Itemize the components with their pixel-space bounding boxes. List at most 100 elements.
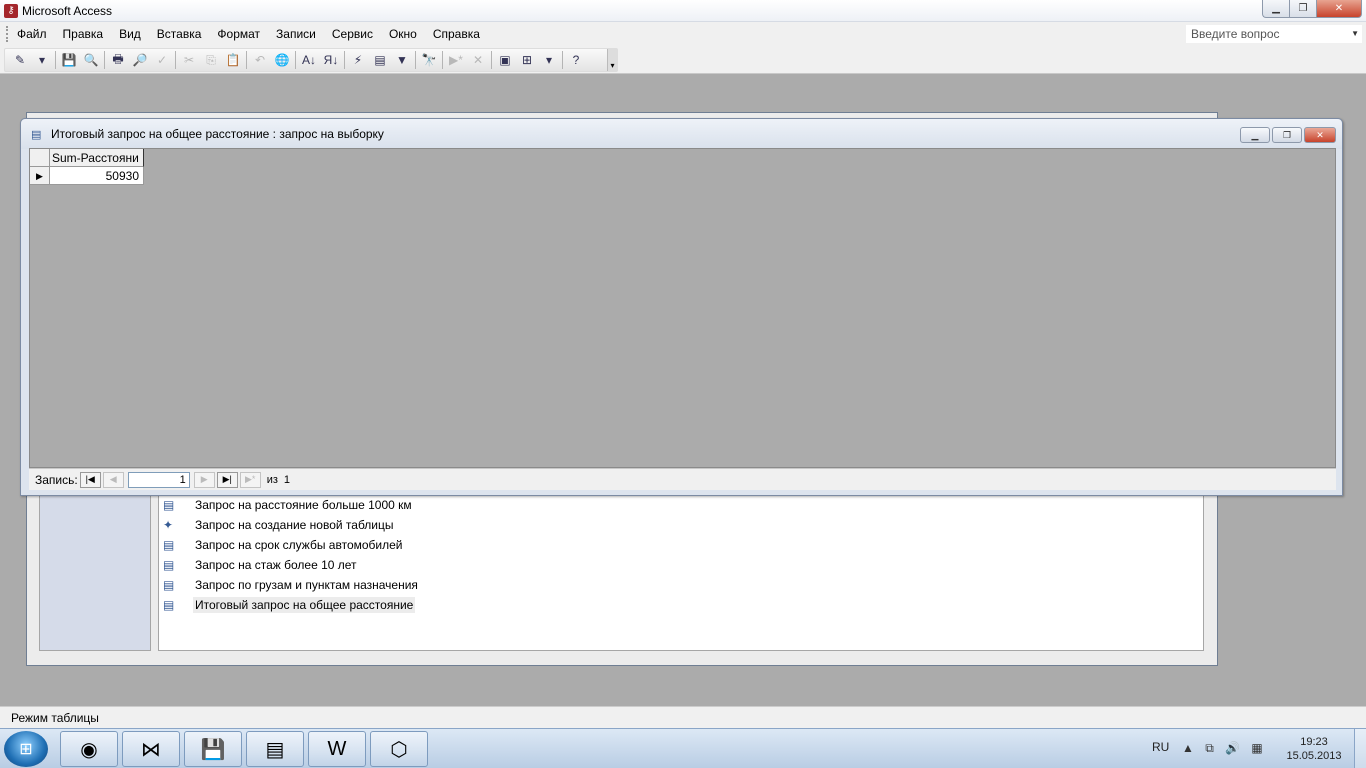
help-question-input[interactable]: Введите вопрос ▼ [1186, 25, 1362, 43]
query-window-controls: ▁ ❐ ✕ [1238, 127, 1336, 143]
help-icon[interactable]: ? [565, 50, 587, 70]
column-header-sum-distance[interactable]: Sum-Расстояни [50, 149, 144, 167]
menu-insert[interactable]: Вставка [149, 22, 210, 46]
restore-button[interactable]: ❐ [1289, 0, 1316, 18]
pdf-icon[interactable]: ⬡ [370, 731, 428, 767]
toolbar-options-icon[interactable]: ▾ [607, 49, 617, 71]
language-indicator[interactable]: RU [1152, 740, 1169, 754]
list-item-label: Итоговый запрос на общее расстояние [193, 597, 416, 613]
list-item[interactable]: ▤ Запрос по грузам и пунктам назначения [163, 576, 420, 594]
access-key-icon[interactable]: ⚷ [4, 3, 18, 18]
objects-pane [39, 493, 151, 651]
paste-icon[interactable]: 📋 [222, 50, 244, 70]
list-item[interactable]: ▤ Запрос на срок службы автомобилей [163, 536, 405, 554]
toolbar-separator [175, 51, 176, 69]
sort-descending-icon[interactable]: Я↓ [320, 50, 342, 70]
print-preview-icon[interactable]: 🔎 [129, 50, 151, 70]
toolbar-separator [415, 51, 416, 69]
app-titlebar: ⚷ Microsoft Access ▁ ❐ ✕ [0, 0, 1366, 22]
new-record-icon[interactable]: ▶* [445, 50, 467, 70]
first-record-button[interactable]: |◀ [79, 471, 101, 488]
query-window-icon[interactable]: ▤ [246, 731, 304, 767]
new-object-icon[interactable]: ⊞ [516, 50, 538, 70]
datasheet: Sum-Расстояни ▶ 50930 [29, 148, 1336, 468]
list-item-label: Запрос на расстояние больше 1000 км [195, 498, 412, 512]
tray-icons[interactable]: ▲ ⧉ 🔊 ▦ [1182, 741, 1267, 756]
current-record-arrow-icon[interactable]: ▶ [30, 167, 50, 185]
new-object-dropdown-icon[interactable]: ▾ [538, 50, 560, 70]
chrome-icon[interactable]: ◉ [60, 731, 118, 767]
hyperlink-icon[interactable]: 🌐 [271, 50, 293, 70]
total-records: 1 [283, 473, 291, 486]
toolbar-strip: ✎ ▾ 💾 🔍 🖶 🔎 ✓ ✂ ⎘ 📋 ↶ 🌐 A↓ Я↓ ⚡ ▤ ▼ 🔭 ▶* ✕ ▣ ⊞ ▾? ▾ [4, 48, 618, 72]
last-record-button[interactable]: ▶| [216, 471, 238, 488]
find-icon[interactable]: 🔭 [418, 50, 440, 70]
status-bar: Режим таблицы [0, 706, 1366, 728]
select-query-icon: ▤ [163, 598, 175, 612]
menu-file[interactable]: Файл [9, 22, 55, 46]
file-search-icon[interactable]: 🔍 [80, 50, 102, 70]
query-close-button[interactable]: ✕ [1304, 127, 1336, 143]
list-item[interactable]: ✦ Запрос на создание новой таблицы [163, 516, 396, 534]
menu-tools[interactable]: Сервис [324, 22, 381, 46]
copy-icon[interactable]: ⎘ [200, 50, 222, 70]
visual-studio-icon[interactable]: ⋈ [122, 731, 180, 767]
previous-record-button[interactable]: ◀ [102, 471, 124, 488]
toolbar: ✎ ▾ 💾 🔍 🖶 🔎 ✓ ✂ ⎘ 📋 ↶ 🌐 A↓ Я↓ ⚡ ▤ ▼ 🔭 ▶* ✕ ▣ ⊞ ▾? ▾ [0, 46, 1366, 74]
spelling-icon[interactable]: ✓ [151, 50, 173, 70]
toolbar-separator [344, 51, 345, 69]
minimize-button[interactable]: ▁ [1262, 0, 1289, 18]
print-icon[interactable]: 🖶 [107, 50, 129, 70]
query-minimize-button[interactable]: ▁ [1240, 127, 1270, 143]
clock[interactable]: 19:23 15.05.2013 [1284, 735, 1344, 763]
list-item[interactable]: ▤ Запрос на расстояние больше 1000 км [163, 496, 414, 514]
list-item-label: Запрос на стаж более 10 лет [195, 558, 357, 572]
list-item[interactable]: ▤ Запрос на стаж более 10 лет [163, 556, 359, 574]
select-all-corner[interactable] [30, 149, 50, 167]
start-button[interactable]: ⊞ [4, 731, 48, 767]
help-question-placeholder: Введите вопрос [1191, 27, 1280, 41]
apply-filter-icon[interactable]: ▼ [391, 50, 413, 70]
word-icon[interactable]: W [308, 731, 366, 767]
list-item[interactable]: ▤ Итоговый запрос на общее расстояние [163, 596, 416, 614]
clock-time: 19:23 [1300, 736, 1328, 748]
toolbar-separator [295, 51, 296, 69]
objects-list: ▤ Запрос на расстояние больше 1000 км ✦ Зап… [158, 493, 1204, 651]
menu-view[interactable]: Вид [111, 22, 149, 46]
new-record-button[interactable]: ▶* [239, 471, 261, 488]
filter-by-selection-icon[interactable]: ⚡ [347, 50, 369, 70]
menu-help[interactable]: Справка [425, 22, 488, 46]
toolbar-separator [246, 51, 247, 69]
query-maximize-button[interactable]: ❐ [1272, 127, 1302, 143]
chevron-down-icon[interactable]: ▼ [1351, 26, 1359, 42]
view-icon[interactable]: ✎ [9, 50, 31, 70]
access-save-icon[interactable]: 💾 [184, 731, 242, 767]
menu-window[interactable]: Окно [381, 22, 425, 46]
query-window: ▤ Итоговый запрос на общее расстояние : … [20, 118, 1343, 496]
list-item-label: Запрос на срок службы автомобилей [195, 538, 403, 552]
delete-record-icon[interactable]: ✕ [467, 50, 489, 70]
cut-icon[interactable]: ✂ [178, 50, 200, 70]
show-desktop-button[interactable] [1354, 729, 1366, 768]
sum-distance-cell[interactable]: 50930 [50, 167, 144, 185]
query-window-titlebar: ▤ Итоговый запрос на общее расстояние : … [21, 119, 1342, 149]
menu-bar: Файл Правка Вид Вставка Формат Записи Се… [0, 22, 1366, 46]
record-navigator: Запись: |◀ ◀ 1 ▶ ▶| ▶* из 1 [29, 468, 1336, 490]
database-window-icon[interactable]: ▣ [494, 50, 516, 70]
dropdown-arrow-icon[interactable]: ▾ [31, 50, 53, 70]
toolbar-separator [491, 51, 492, 69]
save-icon[interactable]: 💾 [58, 50, 80, 70]
make-table-query-icon: ✦ [163, 518, 174, 532]
undo-icon[interactable]: ↶ [249, 50, 271, 70]
select-query-icon: ▤ [31, 129, 42, 141]
next-record-button[interactable]: ▶ [193, 471, 215, 488]
menu-records[interactable]: Записи [268, 22, 324, 46]
sort-ascending-icon[interactable]: A↓ [298, 50, 320, 70]
filter-by-form-icon[interactable]: ▤ [369, 50, 391, 70]
menu-edit[interactable]: Правка [55, 22, 112, 46]
clock-date: 15.05.2013 [1286, 750, 1342, 762]
close-button[interactable]: ✕ [1316, 0, 1362, 18]
current-record-input[interactable]: 1 [127, 471, 190, 488]
menu-format[interactable]: Формат [209, 22, 268, 46]
taskbar: ⊞ RU ▲ ⧉ 🔊 ▦ 19:23 15.05.2013 ◉ ⋈ 💾 ▤ W ⬡ [0, 728, 1366, 768]
